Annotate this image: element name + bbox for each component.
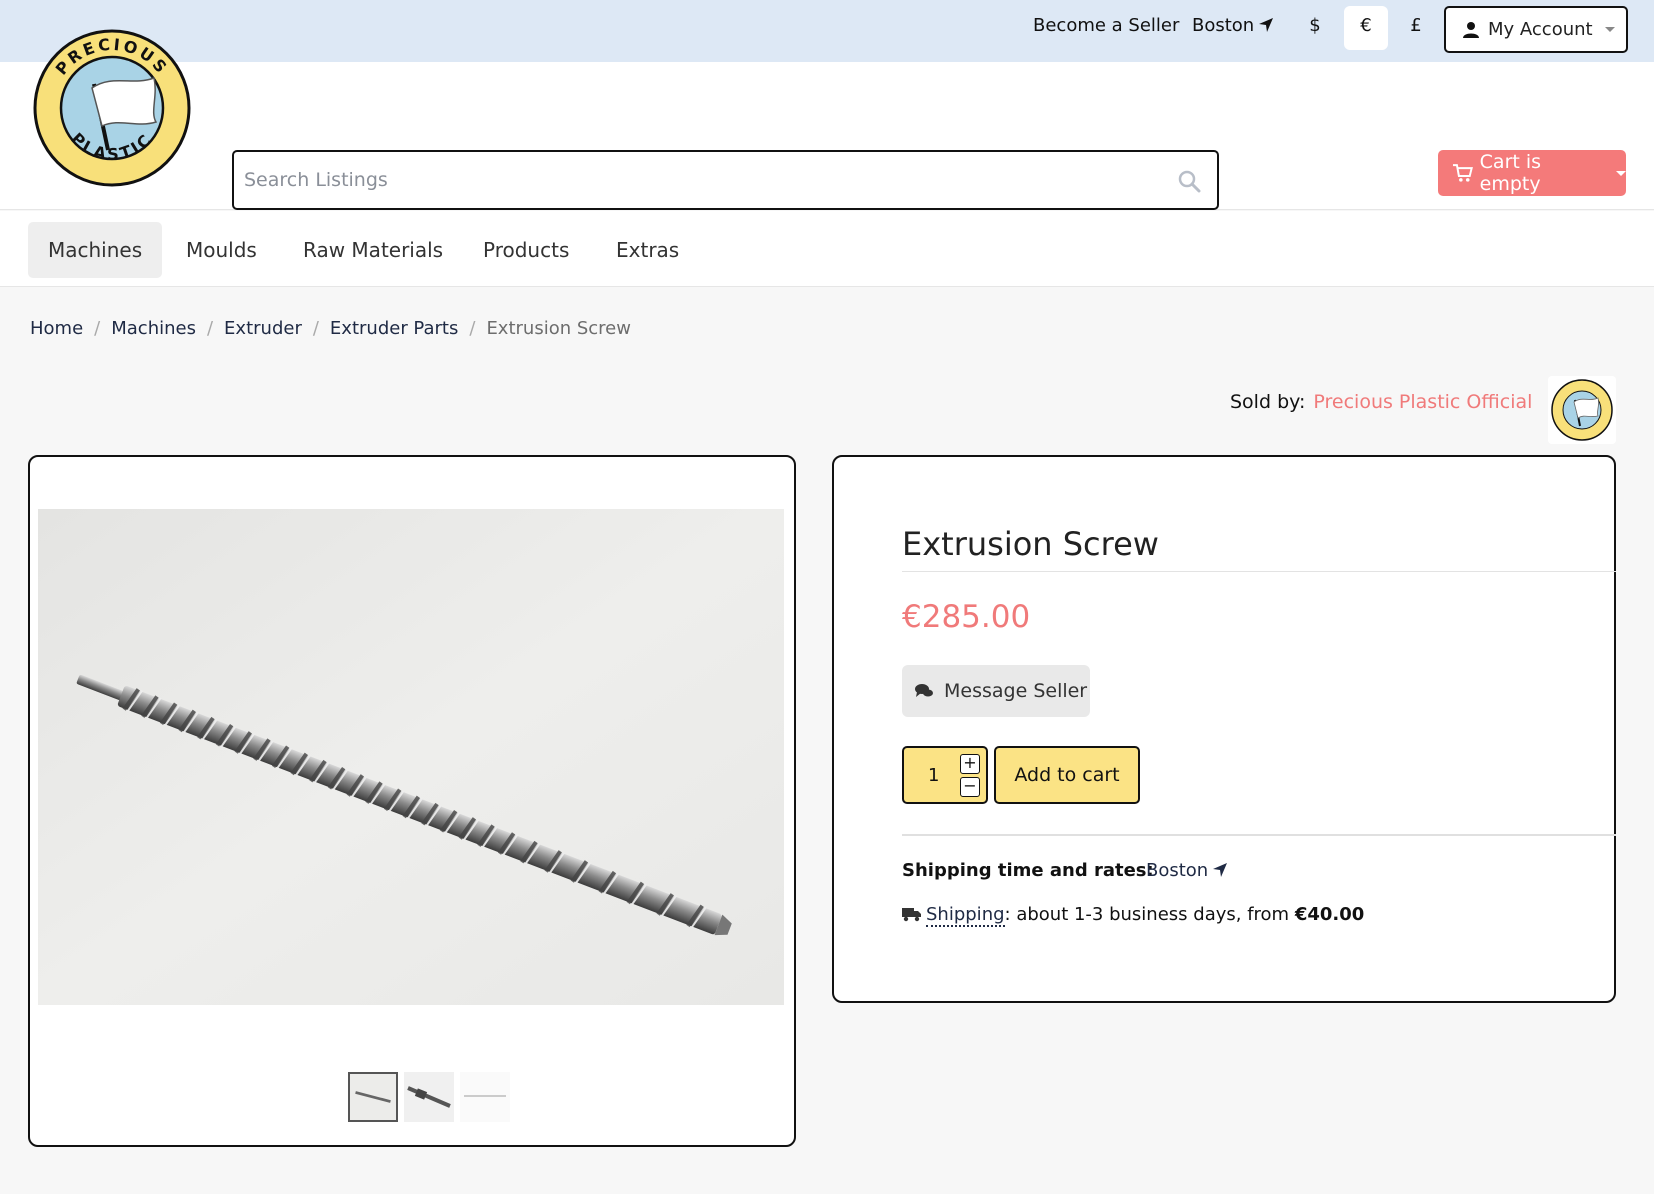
breadcrumb-extruder-parts[interactable]: Extruder Parts	[330, 318, 458, 339]
currency-usd[interactable]: $	[1293, 6, 1337, 50]
breadcrumb-home[interactable]: Home	[30, 318, 83, 339]
breadcrumb-separator: /	[312, 318, 319, 339]
precious-plastic-logo[interactable]: PRECIOUS PLASTIC	[32, 26, 192, 190]
shipping-location-selector[interactable]: Boston	[1146, 860, 1228, 881]
breadcrumb-separator: /	[469, 318, 476, 339]
divider	[902, 834, 1616, 836]
shipping-link[interactable]: Shipping	[926, 904, 1005, 927]
quantity-stepper: 1 + −	[902, 746, 988, 804]
location-arrow-icon	[1213, 863, 1228, 877]
product-thumbnail[interactable]	[404, 1072, 454, 1122]
breadcrumb-extruder[interactable]: Extruder	[224, 318, 302, 339]
shipping-title: Shipping time and rates:	[902, 860, 1154, 881]
top-bar: Become a Seller Boston $ € £ My Account	[0, 0, 1654, 62]
search-box	[232, 150, 1219, 210]
sold-by: Sold by: Precious Plastic Official	[1230, 391, 1532, 413]
become-seller-link[interactable]: Become a Seller	[1033, 15, 1179, 36]
truck-icon	[902, 908, 921, 922]
location-selector[interactable]: Boston	[1192, 15, 1274, 36]
shipping-detail: : about 1-3 business days, from	[1004, 904, 1295, 925]
seller-avatar[interactable]	[1548, 376, 1616, 444]
nav-products[interactable]: Products	[463, 222, 589, 278]
breadcrumb-current: Extrusion Screw	[486, 318, 631, 339]
user-icon	[1463, 21, 1479, 38]
chevron-down-icon	[1616, 170, 1626, 176]
site-header: Cart is empty	[0, 62, 1654, 210]
cart-button[interactable]: Cart is empty	[1438, 150, 1626, 196]
category-nav: Machines Moulds Raw Materials Products E…	[0, 211, 1654, 287]
quantity-increment-button[interactable]: +	[960, 754, 980, 774]
quantity-decrement-button[interactable]: −	[960, 777, 980, 797]
add-to-cart-button[interactable]: Add to cart	[994, 746, 1140, 804]
product-gallery	[28, 455, 796, 1147]
cart-icon	[1452, 164, 1473, 182]
cart-label: Cart is empty	[1479, 151, 1542, 195]
currency-gbp[interactable]: £	[1394, 6, 1438, 50]
product-thumbnail[interactable]	[460, 1072, 510, 1122]
divider	[902, 571, 1616, 572]
shipping-price: €40.00	[1294, 904, 1365, 925]
nav-machines[interactable]: Machines	[28, 222, 163, 278]
seller-link[interactable]: Precious Plastic Official	[1313, 391, 1532, 413]
sold-by-label: Sold by:	[1230, 391, 1306, 413]
nav-raw-materials[interactable]: Raw Materials	[283, 222, 463, 278]
product-main-image[interactable]	[38, 509, 784, 1005]
breadcrumb-separator: /	[94, 318, 101, 339]
my-account-button[interactable]: My Account	[1444, 6, 1628, 53]
nav-extras[interactable]: Extras	[596, 222, 699, 278]
currency-eur[interactable]: €	[1344, 6, 1388, 50]
breadcrumb-separator: /	[206, 318, 214, 339]
my-account-label: My Account	[1488, 19, 1593, 40]
product-thumbnail[interactable]	[348, 1072, 398, 1122]
chat-bubbles-icon	[915, 684, 933, 697]
product-info-panel: Extrusion Screw €285.00 Message Seller 1…	[832, 455, 1616, 1003]
product-price: €285.00	[902, 599, 1031, 635]
location-arrow-icon	[1259, 18, 1274, 32]
message-seller-label: Message Seller	[944, 680, 1088, 702]
breadcrumb-machines[interactable]: Machines	[111, 318, 196, 339]
nav-moulds[interactable]: Moulds	[166, 222, 277, 278]
shipping-location-label: Boston	[1146, 860, 1209, 881]
chevron-down-icon	[1604, 27, 1615, 32]
product-title: Extrusion Screw	[902, 525, 1159, 563]
location-label: Boston	[1192, 15, 1255, 36]
quantity-value[interactable]: 1	[928, 765, 939, 786]
breadcrumb: Home / Machines / Extruder / Extruder Parts / Ex…	[30, 318, 631, 339]
search-icon[interactable]	[1177, 169, 1201, 193]
search-input[interactable]	[244, 152, 1144, 208]
message-seller-button[interactable]: Message Seller	[902, 665, 1090, 717]
shipping-info: Shipping: about 1-3 business days, from …	[902, 904, 1365, 927]
